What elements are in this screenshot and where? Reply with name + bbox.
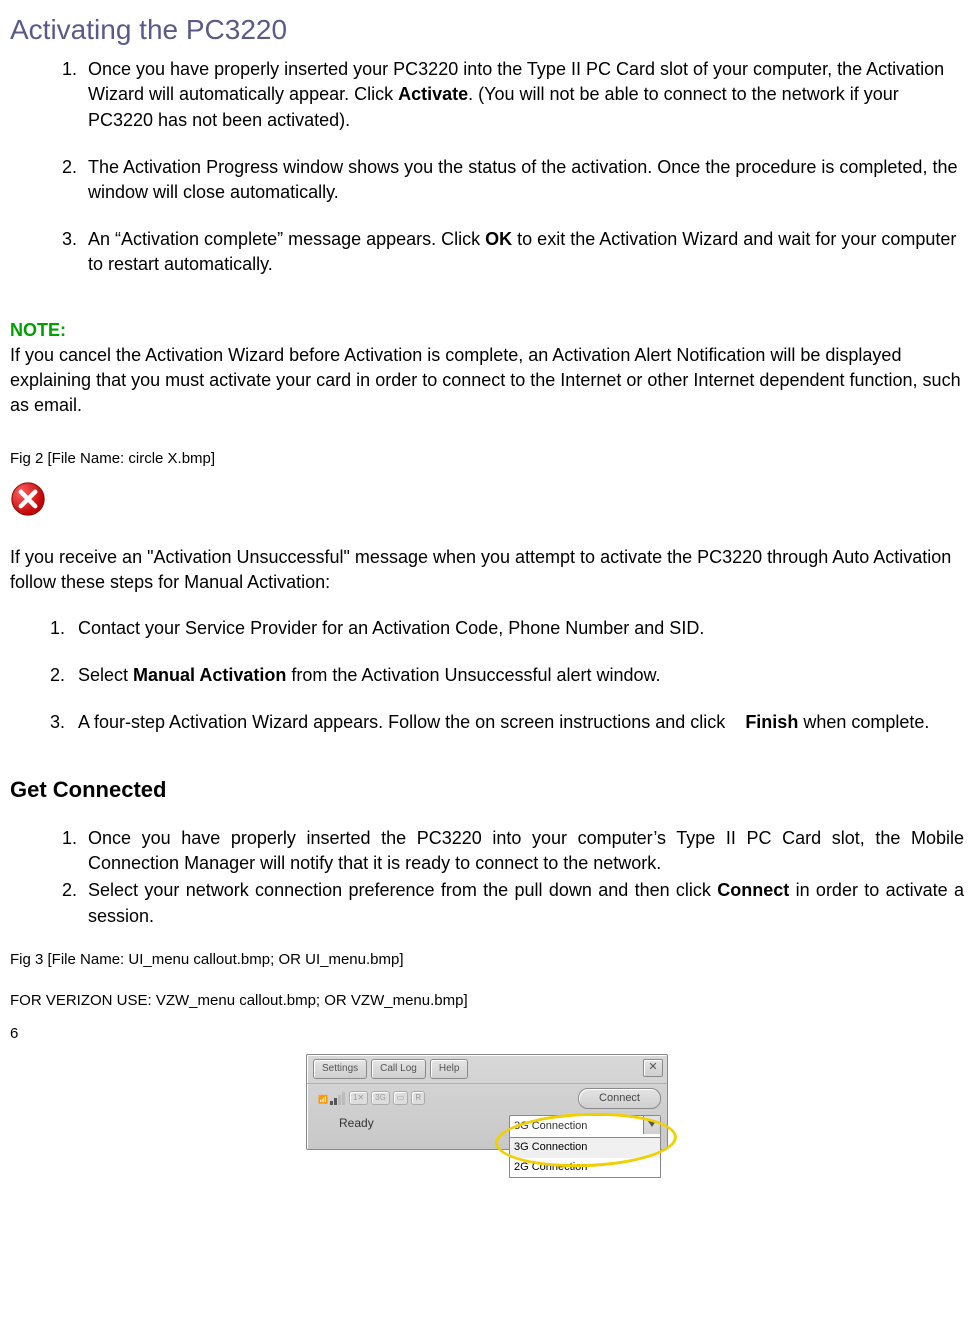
text: from the Activation Unsuccessful alert w… <box>286 665 660 685</box>
select-value: 3G Connection <box>514 1119 587 1134</box>
one-x-icon: 1✕ <box>349 1091 368 1105</box>
three-g-icon: 3G <box>371 1091 390 1105</box>
text: A four-step Activation Wizard appears. F… <box>78 712 745 732</box>
page-number: 6 <box>10 1023 964 1044</box>
text: when complete. <box>798 712 929 732</box>
status-icon-row: 📶 1✕ 3G ▭ R <box>313 1088 501 1109</box>
page-heading: Activating the PC3220 <box>10 10 964 49</box>
number: 1. <box>50 616 78 641</box>
activation-steps-list: Once you have properly inserted your PC3… <box>10 57 964 277</box>
connection-dropdown: 3G Connection 2G Connection <box>509 1137 661 1178</box>
battery-icon: ▭ <box>393 1091 409 1105</box>
settings-button[interactable]: Settings <box>313 1059 367 1079</box>
list-item: An “Activation complete” message appears… <box>82 227 964 277</box>
bold-text: Manual Activation <box>133 665 286 685</box>
bold-text: Connect <box>717 880 789 900</box>
connection-select[interactable]: 3G Connection 3G Connection 2G Connectio… <box>509 1115 661 1139</box>
list-item: 2.Select Manual Activation from the Acti… <box>50 663 964 688</box>
number: 3. <box>50 710 78 735</box>
text: Contact your Service Provider for an Act… <box>78 618 704 638</box>
status-text: Ready <box>313 1115 501 1132</box>
list-item: 3.A four-step Activation Wizard appears.… <box>50 710 964 735</box>
list-item: Once you have properly inserted your PC3… <box>82 57 964 133</box>
list-item: The Activation Progress window shows you… <box>82 155 964 205</box>
note-body: If you cancel the Activation Wizard befo… <box>10 343 964 419</box>
text: Select <box>78 665 133 685</box>
get-connected-steps: Once you have properly inserted the PC32… <box>10 826 964 929</box>
select-arrow[interactable] <box>643 1116 660 1134</box>
manual-activation-steps: 1.Contact your Service Provider for an A… <box>10 616 964 736</box>
signal-icon: 📶 <box>317 1090 346 1107</box>
call-log-button[interactable]: Call Log <box>371 1059 426 1079</box>
close-button[interactable]: ✕ <box>643 1059 663 1077</box>
list-item: Once you have properly inserted the PC32… <box>82 826 964 876</box>
chevron-down-icon <box>648 1117 656 1132</box>
number: 2. <box>50 663 78 688</box>
help-button[interactable]: Help <box>430 1059 469 1079</box>
text: An “Activation complete” message appears… <box>88 229 485 249</box>
title-bar: Settings Call Log Help ✕ <box>307 1055 667 1084</box>
close-icon: ✕ <box>648 1061 657 1073</box>
connect-button[interactable]: Connect <box>578 1088 661 1109</box>
figure-3-verizon-caption: FOR VERIZON USE: VZW_menu callout.bmp; O… <box>10 990 964 1011</box>
connection-manager-screenshot: Settings Call Log Help ✕ 📶 1✕ 3G <box>10 1054 964 1150</box>
bold-text: Finish <box>745 712 798 732</box>
dropdown-option-2g[interactable]: 2G Connection <box>510 1158 660 1177</box>
dropdown-option-3g[interactable]: 3G Connection <box>510 1138 660 1157</box>
list-item: 1.Contact your Service Provider for an A… <box>50 616 964 641</box>
text: Select your network connection preferenc… <box>88 880 717 900</box>
roaming-icon: R <box>411 1091 425 1105</box>
figure-2-caption: Fig 2 [File Name: circle X.bmp] <box>10 448 964 469</box>
bold-text: OK <box>485 229 512 249</box>
figure-3-caption: Fig 3 [File Name: UI_menu callout.bmp; O… <box>10 949 964 970</box>
text: The Activation Progress window shows you… <box>88 157 957 202</box>
unsuccessful-intro: If you receive an "Activation Unsuccessf… <box>10 545 964 595</box>
error-circle-x-icon <box>10 481 46 517</box>
get-connected-heading: Get Connected <box>10 775 964 806</box>
text: Once you have properly inserted the PC32… <box>88 828 964 873</box>
bold-text: Activate <box>398 84 468 104</box>
list-item: Select your network connection preferenc… <box>82 878 964 928</box>
note-label: NOTE: <box>10 318 964 343</box>
